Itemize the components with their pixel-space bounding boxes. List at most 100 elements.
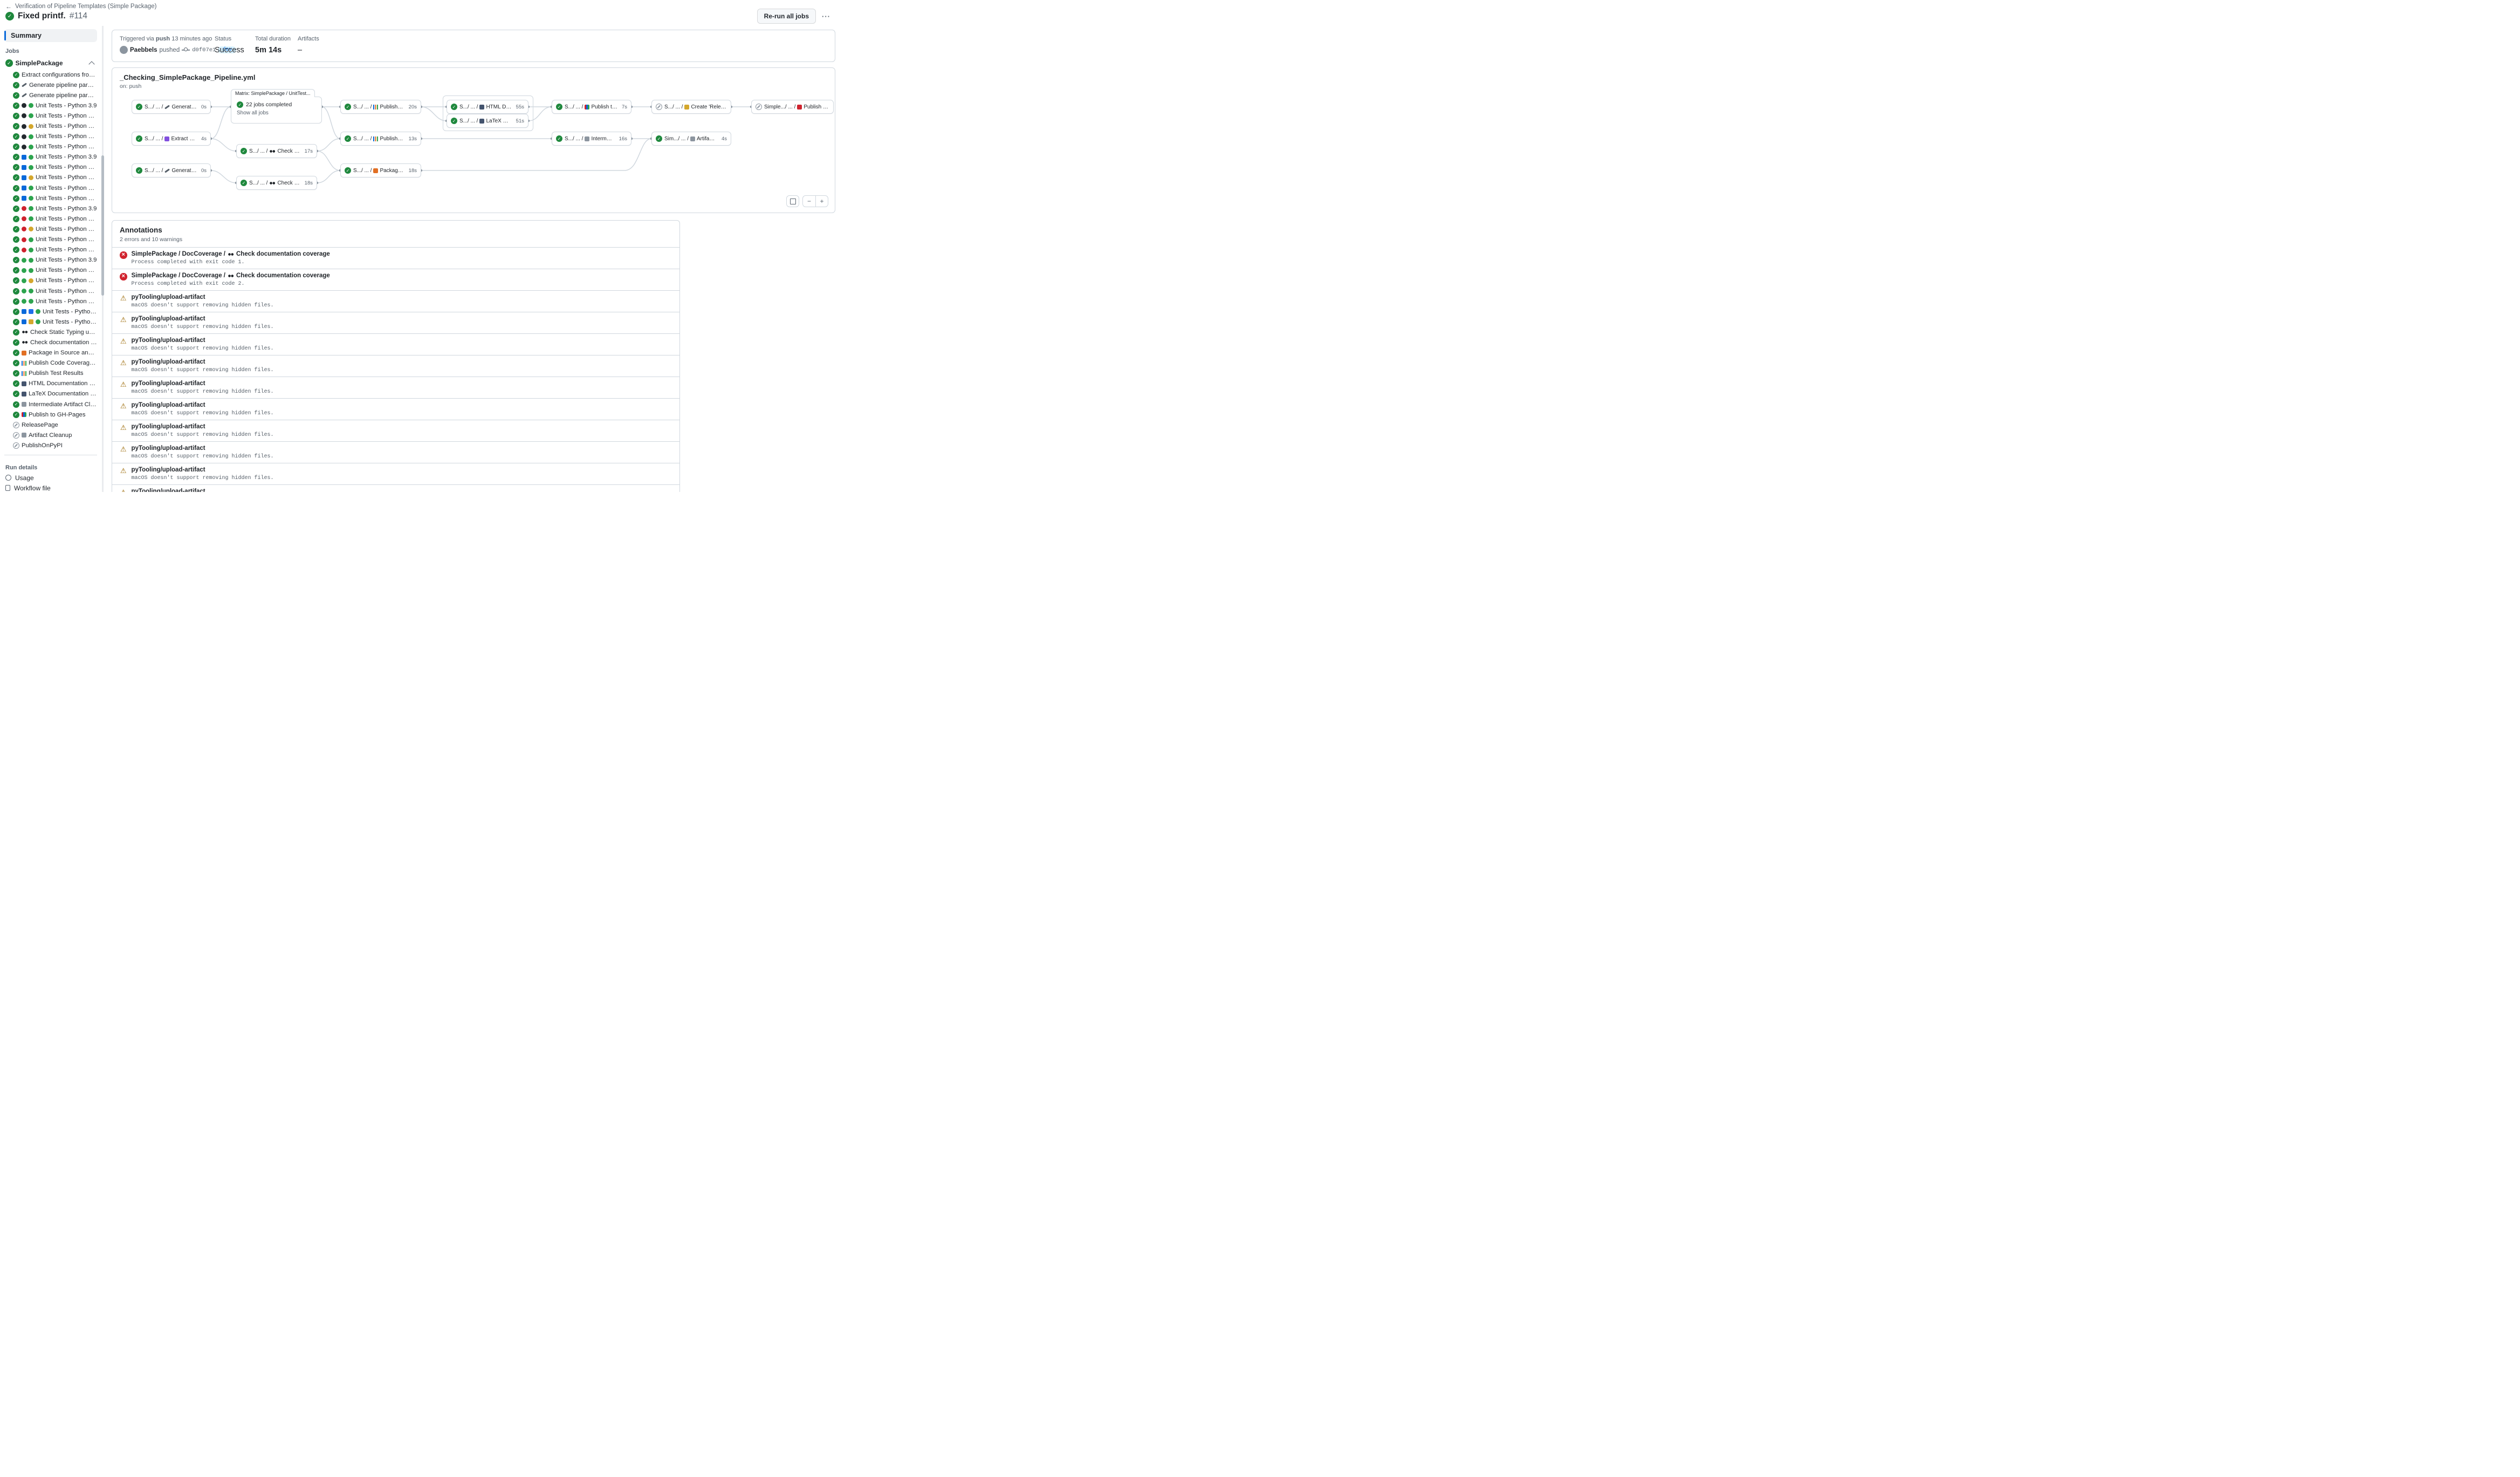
graph-node[interactable]: S.../ ... /Check docume...18s bbox=[236, 176, 317, 190]
graph-node[interactable]: S.../ ... /HTML Docume...55s bbox=[447, 100, 528, 114]
graph-node[interactable]: S.../ ... /Publish to GH-P...7s bbox=[552, 100, 631, 114]
annotation-title[interactable]: pyTooling/upload-artifact bbox=[132, 445, 274, 452]
sidebar-job-item[interactable]: Unit Tests - Python 3.11 bbox=[4, 121, 97, 131]
sidebar-job-item[interactable]: Unit Tests - Python 3.12 bbox=[4, 317, 97, 327]
zoom-in-button[interactable] bbox=[815, 195, 828, 207]
annotation-title[interactable]: pyTooling/upload-artifact bbox=[132, 337, 274, 344]
sidebar-job-item[interactable]: Unit Tests - Python 3.12 bbox=[4, 235, 97, 245]
annotation-title[interactable]: pyTooling/upload-artifact bbox=[132, 423, 274, 430]
graph-node-prefix: S.../ ... / bbox=[145, 104, 163, 110]
annotation-title[interactable]: pyTooling/upload-artifact bbox=[132, 294, 274, 300]
graph-node-duration: 55s bbox=[514, 104, 524, 110]
sidebar-job-item[interactable]: Artifact Cleanup bbox=[4, 430, 97, 440]
sidebar-job-item[interactable]: Unit Tests - Python 3.10 bbox=[4, 265, 97, 276]
sidebar-job-item[interactable]: Unit Tests - Python 3.9 bbox=[4, 255, 97, 265]
sidebar-job-item[interactable]: Unit Tests - Python 3.9 bbox=[4, 152, 97, 162]
sidebar-job-item[interactable]: Check documentation covera... bbox=[4, 337, 97, 347]
sidebar-job-item[interactable]: ReleasePage bbox=[4, 420, 97, 430]
sidebar-item-summary[interactable]: Summary bbox=[4, 29, 97, 42]
graph-node[interactable]: S.../ ... /Publish Test Re...13s bbox=[340, 132, 421, 146]
sidebar-job-item[interactable]: Unit Tests - Python 3.13 bbox=[4, 193, 97, 203]
skipped-status-icon bbox=[756, 104, 762, 110]
workflow-file-name: _Checking_SimplePackage_Pipeline.yml bbox=[120, 73, 255, 81]
graph-node[interactable]: S.../ ... /Generate pipelin...0s bbox=[132, 163, 211, 177]
sidebar-job-item[interactable]: Unit Tests - Python 3.12 bbox=[4, 306, 97, 317]
actor-name[interactable]: Paebbels bbox=[130, 47, 157, 53]
warning-status-icon bbox=[120, 467, 127, 475]
commit-sha-link[interactable]: d0f07e1 bbox=[192, 47, 216, 53]
sidebar-job-item[interactable]: Generate pipeline parameters bbox=[4, 90, 97, 100]
graph-node[interactable]: S.../ ... /Extract configur...4s bbox=[132, 132, 211, 146]
annotation-title-text: pyTooling/upload-artifact bbox=[132, 337, 205, 344]
sidebar-job-item[interactable]: Package in Source and Wheel... bbox=[4, 348, 97, 358]
annotation-title[interactable]: pyTooling/upload-artifact bbox=[132, 488, 274, 492]
sidebar-job-item[interactable]: Unit Tests - Python 3.12 bbox=[4, 132, 97, 142]
sidebar-job-item[interactable]: Generate pipeline parameters bbox=[4, 80, 97, 90]
sidebar-job-item[interactable]: Intermediate Artifact Cleanup bbox=[4, 399, 97, 409]
back-arrow-icon[interactable] bbox=[5, 3, 12, 10]
sidebar-job-item[interactable]: PublishOnPyPI bbox=[4, 440, 97, 450]
scrollbar-thumb[interactable] bbox=[101, 155, 104, 296]
sidebar-job-item[interactable]: Extract configurations from p... bbox=[4, 70, 97, 80]
graph-node[interactable]: S.../ ... /LaTeX Docume...51s bbox=[447, 114, 528, 128]
graph-node[interactable]: S.../ ... /Check Static Ty...17s bbox=[236, 144, 317, 158]
rerun-all-jobs-button[interactable]: Re-run all jobs bbox=[757, 9, 816, 24]
annotation-title[interactable]: pyTooling/upload-artifact bbox=[132, 402, 274, 408]
annotation-title[interactable]: pyTooling/upload-artifact bbox=[132, 467, 274, 473]
annotation-title[interactable]: SimplePackage / DocCoverage / Check docu… bbox=[132, 251, 330, 257]
graph-node[interactable]: Sim.../ ... /Artifact Cleanup4s bbox=[651, 132, 731, 146]
graph-node[interactable]: S.../ ... /Publish Code C...20s bbox=[340, 100, 421, 114]
sidebar-job-item[interactable]: Unit Tests - Python 3.11 bbox=[4, 173, 97, 183]
graph-node[interactable]: S.../ ... /Create 'Release Pa... bbox=[651, 100, 731, 114]
sidebar-item-workflow-file[interactable]: Workflow file bbox=[4, 483, 97, 492]
sidebar-job-item[interactable]: Unit Tests - Python 3.9 bbox=[4, 203, 97, 214]
sidebar-job-item[interactable]: Publish Test Results bbox=[4, 368, 97, 379]
annotation-title[interactable]: SimplePackage / DocCoverage / Check docu… bbox=[132, 272, 330, 279]
sidebar-job-item[interactable]: Unit Tests - Python 3.13 bbox=[4, 245, 97, 255]
linux-icon bbox=[22, 145, 26, 149]
sidebar-job-item[interactable]: Unit Tests - Python 3.10 bbox=[4, 214, 97, 224]
sidebar-job-item[interactable]: Unit Tests - Python 3.12 bbox=[4, 286, 97, 296]
annotation-title[interactable]: pyTooling/upload-artifact bbox=[132, 380, 274, 387]
success-status-icon bbox=[13, 412, 19, 418]
py311-icon bbox=[29, 227, 33, 231]
annotation-title[interactable]: pyTooling/upload-artifact bbox=[132, 359, 274, 365]
graph-node[interactable]: Simple.../ ... /Publish to PyPI bbox=[751, 100, 834, 114]
annotation-title[interactable]: pyTooling/upload-artifact bbox=[132, 316, 274, 322]
graph-node[interactable]: S.../ ... /Intermediate A...16s bbox=[552, 132, 631, 146]
sidebar-job-item[interactable]: LaTeX Documentation using ... bbox=[4, 389, 97, 399]
sidebar-job-item[interactable]: Unit Tests - Python 3.10 bbox=[4, 162, 97, 173]
success-status-icon bbox=[345, 167, 351, 174]
sidebar-job-item[interactable]: Unit Tests - Python 3.12 bbox=[4, 183, 97, 193]
fullscreen-button[interactable] bbox=[786, 195, 799, 207]
sidebar-job-item[interactable]: Unit Tests - Python 3.11 bbox=[4, 276, 97, 286]
sidebar-job-item[interactable]: Check Static Typing using Pyt... bbox=[4, 327, 97, 337]
zoom-out-button[interactable] bbox=[802, 195, 815, 207]
sidebar-item-usage[interactable]: Usage bbox=[4, 473, 97, 483]
ucrt64-icon bbox=[29, 319, 33, 324]
graph-node[interactable]: S.../ ... /Generate pipelin...0s bbox=[132, 100, 211, 114]
warning-status-icon bbox=[120, 316, 127, 324]
sidebar-job-item[interactable]: Publish Code Coverage Results bbox=[4, 358, 97, 368]
warning-status-icon bbox=[120, 489, 127, 492]
matrix-group[interactable]: Matrix: SimplePackage / UnitTest... 22 j… bbox=[231, 97, 322, 124]
avatar[interactable] bbox=[120, 46, 128, 54]
sidebar-scrollbar[interactable] bbox=[102, 26, 104, 492]
duration-value: 5m 14s bbox=[255, 46, 298, 54]
annotation-body: pyTooling/upload-artifactmacOS doesn't s… bbox=[132, 445, 274, 460]
sidebar-job-item[interactable]: Unit Tests - Python 3.11 bbox=[4, 224, 97, 234]
sidebar-job-item[interactable]: Unit Tests - Python 3.13 bbox=[4, 142, 97, 152]
show-all-jobs-link[interactable]: Show all jobs bbox=[231, 108, 321, 116]
graph-node-duration: 17s bbox=[303, 148, 313, 154]
sidebar-job-item[interactable]: Unit Tests - Python 3.13 bbox=[4, 296, 97, 306]
sidebar-job-item[interactable]: Unit Tests - Python 3.9 bbox=[4, 100, 97, 111]
job-group-simplepackage[interactable]: SimplePackage bbox=[4, 58, 97, 69]
graph-node[interactable]: S.../ ... /Package in Sou...18s bbox=[340, 163, 421, 177]
sidebar-job-item[interactable]: HTML Documentation using ... bbox=[4, 379, 97, 389]
chevron-up-icon[interactable] bbox=[88, 61, 94, 67]
breadcrumb-workflow-link[interactable]: Verification of Pipeline Templates (Simp… bbox=[15, 3, 157, 10]
sidebar-job-item[interactable]: Unit Tests - Python 3.10 bbox=[4, 111, 97, 121]
kebab-menu-button[interactable] bbox=[819, 9, 833, 23]
sidebar-job-item[interactable]: Publish to GH-Pages bbox=[4, 409, 97, 420]
success-status-icon bbox=[13, 102, 19, 109]
